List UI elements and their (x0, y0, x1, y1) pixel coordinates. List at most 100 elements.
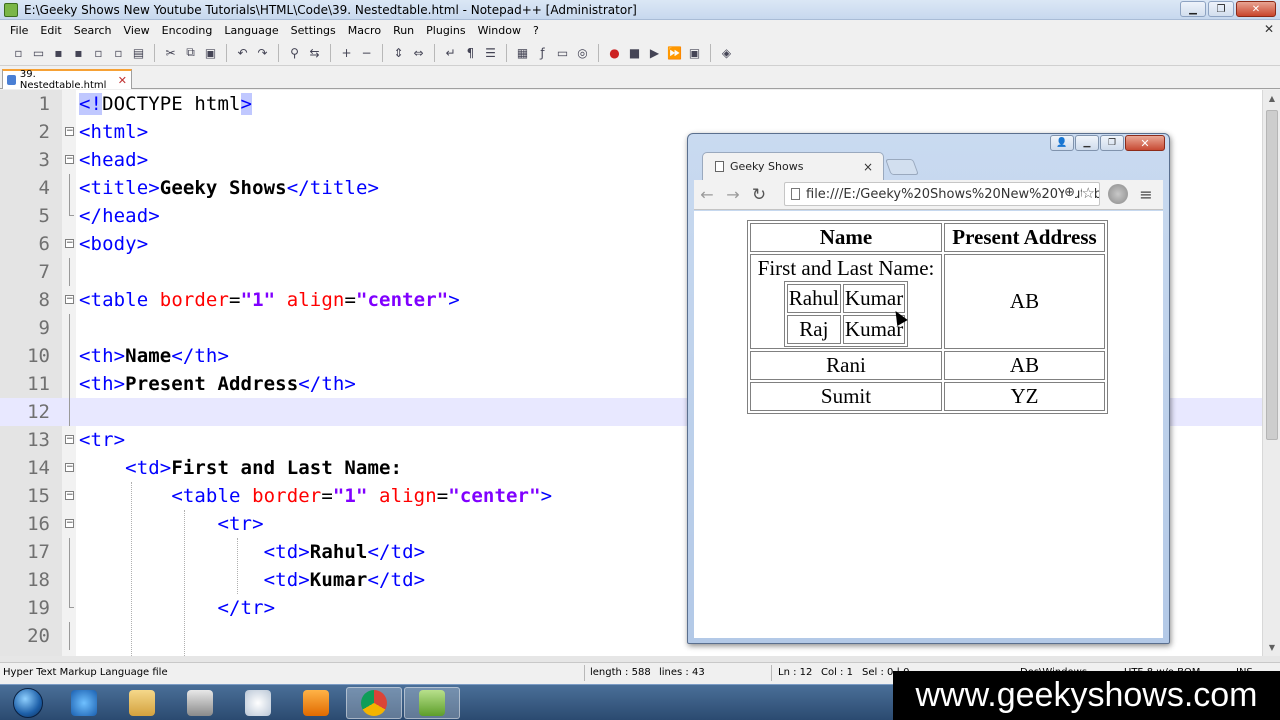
print-icon[interactable]: ▤ (130, 44, 147, 61)
new-file-icon[interactable]: ▫ (10, 44, 27, 61)
fold-collapse-icon[interactable]: − (65, 491, 74, 500)
menu-run[interactable]: Run (387, 24, 420, 37)
play-macro-icon[interactable]: ▶ (646, 44, 663, 61)
code-token: <td> (263, 569, 310, 591)
taskbar-chrome[interactable] (346, 687, 402, 719)
zoom-out-icon[interactable]: − (358, 44, 375, 61)
show-all-chars-icon[interactable]: ¶ (462, 44, 479, 61)
redo-icon[interactable]: ↷ (254, 44, 271, 61)
line-number: 2 (38, 121, 50, 143)
window-title: E:\Geeky Shows New Youtube Tutorials\HTM… (24, 2, 637, 17)
rendered-header-cell: Present Address (944, 223, 1105, 252)
menu-view[interactable]: View (118, 24, 156, 37)
doc-map-icon[interactable]: ▦ (514, 44, 531, 61)
start-button[interactable] (2, 686, 54, 720)
menu-file[interactable]: File (4, 24, 34, 37)
menu-plugins[interactable]: Plugins (420, 24, 471, 37)
browser-tab[interactable]: Geeky Shows × (702, 152, 884, 180)
menu-settings[interactable]: Settings (285, 24, 342, 37)
code-token: <head> (79, 149, 149, 171)
sync-horizontal-icon[interactable]: ⇔ (410, 44, 427, 61)
save-icon[interactable]: ▪ (50, 44, 67, 61)
taskbar-dictionary-app[interactable] (172, 687, 228, 719)
back-icon[interactable]: ← (694, 182, 720, 208)
taskbar-media-player[interactable] (288, 687, 344, 719)
new-tab-button[interactable] (885, 159, 919, 175)
notepad-plus-plus-icon (4, 2, 18, 17)
tab-nestedtable[interactable]: 39. Nestedtable.html ✕ (2, 69, 132, 91)
chrome-menu-icon[interactable]: ≡ (1136, 184, 1156, 204)
record-macro-icon[interactable]: ● (606, 44, 623, 61)
paste-icon[interactable]: ▣ (202, 44, 219, 61)
taskbar-file-explorer[interactable] (114, 687, 170, 719)
rendered-name-cell: Rani (750, 351, 942, 380)
reload-icon[interactable]: ↻ (746, 182, 772, 208)
close-all-icon[interactable]: ▫ (110, 44, 127, 61)
fold-collapse-icon[interactable]: − (65, 463, 74, 472)
fold-collapse-icon[interactable]: − (65, 239, 74, 248)
stop-macro-icon[interactable]: ■ (626, 44, 643, 61)
window-title-bar[interactable]: E:\Geeky Shows New Youtube Tutorials\HTM… (0, 0, 1280, 20)
fold-collapse-icon[interactable]: − (65, 519, 74, 528)
code-token: <tr> (217, 513, 264, 535)
browser-minimize-button[interactable]: ▁ (1075, 135, 1099, 151)
browser-maximize-button[interactable]: ❐ (1100, 135, 1124, 151)
function-list-icon[interactable]: ƒ (534, 44, 551, 61)
zoom-icon[interactable]: ⊕ (1064, 185, 1075, 200)
taskbar-snipping-tool[interactable] (230, 687, 286, 719)
fold-collapse-icon[interactable]: − (65, 127, 74, 136)
undo-icon[interactable]: ↶ (234, 44, 251, 61)
toolbar-separator (330, 43, 331, 62)
taskbar-notepad-plus-plus[interactable] (404, 687, 460, 719)
monitoring-icon[interactable]: ◎ (574, 44, 591, 61)
menu-search[interactable]: Search (68, 24, 118, 37)
sync-vertical-icon[interactable]: ⇕ (390, 44, 407, 61)
line-number: 9 (38, 317, 50, 339)
editor-vertical-scrollbar[interactable]: ▲ ▼ (1262, 90, 1280, 656)
browser-tab-close-icon[interactable]: × (863, 160, 873, 174)
scroll-down-icon[interactable]: ▼ (1263, 639, 1280, 656)
code-line[interactable]: 1 <!DOCTYPE html> (0, 90, 1262, 118)
minimize-button[interactable]: ▁ (1180, 1, 1206, 17)
indent-guide-icon[interactable]: ☰ (482, 44, 499, 61)
tab-close-icon[interactable]: ✕ (118, 74, 127, 87)
save-macro-icon[interactable]: ▣ (686, 44, 703, 61)
browser-close-button[interactable]: ✕ (1125, 135, 1165, 151)
zoom-in-icon[interactable]: + (338, 44, 355, 61)
fold-collapse-icon[interactable]: − (65, 155, 74, 164)
taskbar-internet-explorer[interactable] (56, 687, 112, 719)
open-file-icon[interactable]: ▭ (30, 44, 47, 61)
menu-macro[interactable]: Macro (342, 24, 387, 37)
replace-icon[interactable]: ⇆ (306, 44, 323, 61)
scroll-up-icon[interactable]: ▲ (1263, 90, 1280, 107)
scrollbar-thumb[interactable] (1266, 110, 1278, 440)
bookmark-star-icon[interactable]: ☆ (1081, 184, 1095, 202)
launch-browser-icon[interactable]: ◈ (718, 44, 735, 61)
fold-collapse-icon[interactable]: − (65, 295, 74, 304)
copy-icon[interactable]: ⧉ (182, 44, 199, 61)
file-type-status: Hyper Text Markup Language file (3, 667, 168, 678)
find-icon[interactable]: ⚲ (286, 44, 303, 61)
line-number: 15 (27, 485, 50, 507)
save-all-icon[interactable]: ▪ (70, 44, 87, 61)
close-window-button[interactable]: ✕ (1236, 1, 1276, 17)
forward-icon[interactable]: → (720, 182, 746, 208)
menu-language[interactable]: Language (218, 24, 284, 37)
fold-collapse-icon[interactable]: − (65, 435, 74, 444)
folder-workspace-icon[interactable]: ▭ (554, 44, 571, 61)
close-document-button[interactable]: ✕ (1264, 22, 1274, 36)
run-macro-multiple-icon[interactable]: ⏩ (666, 44, 683, 61)
menu-encoding[interactable]: Encoding (156, 24, 219, 37)
address-bar[interactable]: file:///E:/Geeky%20Shows%20New%20Youtube… (784, 182, 1100, 206)
close-icon[interactable]: ▫ (90, 44, 107, 61)
maximize-button[interactable]: ❐ (1208, 1, 1234, 17)
menu-help[interactable]: ? (527, 24, 545, 37)
menu-window[interactable]: Window (472, 24, 527, 37)
cut-icon[interactable]: ✂ (162, 44, 179, 61)
rendered-address-cell: AB (944, 254, 1105, 349)
browser-window[interactable]: 👤 ▁ ❐ ✕ Geeky Shows × ← → ↻ file:///E:/G… (687, 133, 1170, 644)
browser-user-button[interactable]: 👤 (1050, 135, 1074, 151)
menu-edit[interactable]: Edit (34, 24, 67, 37)
word-wrap-icon[interactable]: ↵ (442, 44, 459, 61)
extension-icon[interactable] (1108, 184, 1128, 204)
